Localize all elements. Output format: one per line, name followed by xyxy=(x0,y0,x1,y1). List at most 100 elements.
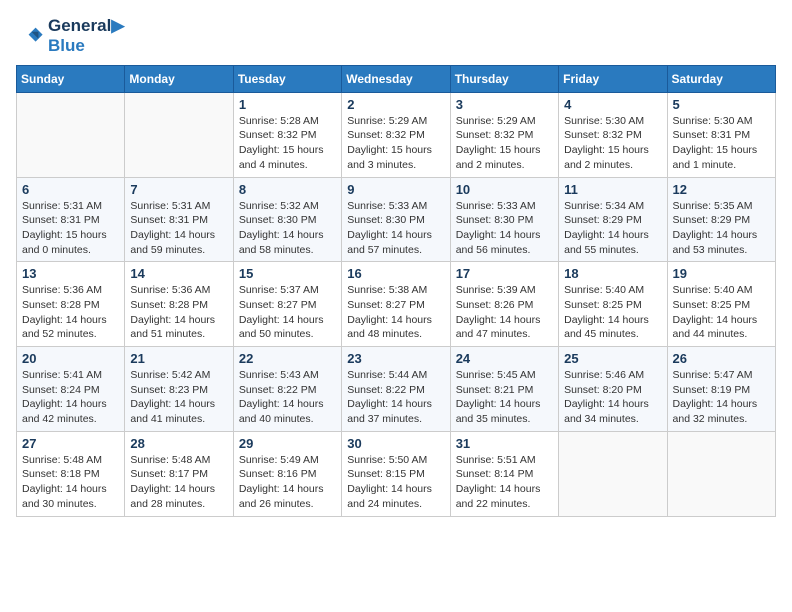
day-number: 20 xyxy=(22,351,119,366)
calendar-cell xyxy=(559,431,667,516)
calendar-cell: 5Sunrise: 5:30 AM Sunset: 8:31 PM Daylig… xyxy=(667,92,775,177)
day-number: 24 xyxy=(456,351,553,366)
day-number: 18 xyxy=(564,266,661,281)
logo-icon xyxy=(16,22,44,50)
calendar-cell: 16 Sunrise: 5:38 AM Sunset: 8:27 PM Dayli… xyxy=(342,262,450,347)
page-header: General▶ Blue xyxy=(16,16,776,57)
calendar-cell: 28 Sunrise: 5:48 AM Sunset: 8:17 PM Dayli… xyxy=(125,431,233,516)
day-info: Sunrise: 5:34 AM Sunset: 8:29 PM Dayligh… xyxy=(564,199,661,258)
day-number: 29 xyxy=(239,436,336,451)
calendar-cell: 1Sunrise: 5:28 AM Sunset: 8:32 PM Daylig… xyxy=(233,92,341,177)
day-number: 3 xyxy=(456,97,553,112)
calendar-cell: 23 Sunrise: 5:44 AM Sunset: 8:22 PM Dayli… xyxy=(342,347,450,432)
calendar-week-row: 27 Sunrise: 5:48 AM Sunset: 8:18 PM Dayli… xyxy=(17,431,776,516)
day-info: Sunrise: 5:38 AM Sunset: 8:27 PM Dayligh… xyxy=(347,283,444,342)
day-info: Sunrise: 5:36 AM Sunset: 8:28 PM Dayligh… xyxy=(130,283,227,342)
calendar-cell: 19 Sunrise: 5:40 AM Sunset: 8:25 PM Dayli… xyxy=(667,262,775,347)
calendar-week-row: 1Sunrise: 5:28 AM Sunset: 8:32 PM Daylig… xyxy=(17,92,776,177)
logo-text: General▶ Blue xyxy=(48,16,124,57)
calendar-cell: 21 Sunrise: 5:42 AM Sunset: 8:23 PM Dayli… xyxy=(125,347,233,432)
day-number: 15 xyxy=(239,266,336,281)
weekday-header: Thursday xyxy=(450,65,558,92)
day-number: 27 xyxy=(22,436,119,451)
day-info: Sunrise: 5:31 AM Sunset: 8:31 PM Dayligh… xyxy=(22,199,119,258)
day-number: 7 xyxy=(130,182,227,197)
day-info: Sunrise: 5:37 AM Sunset: 8:27 PM Dayligh… xyxy=(239,283,336,342)
day-number: 6 xyxy=(22,182,119,197)
day-info: Sunrise: 5:29 AM Sunset: 8:32 PM Dayligh… xyxy=(456,114,553,173)
day-number: 16 xyxy=(347,266,444,281)
day-number: 5 xyxy=(673,97,770,112)
calendar-cell: 8Sunrise: 5:32 AM Sunset: 8:30 PM Daylig… xyxy=(233,177,341,262)
day-number: 9 xyxy=(347,182,444,197)
calendar-cell: 6 Sunrise: 5:31 AM Sunset: 8:31 PM Daylig… xyxy=(17,177,125,262)
calendar-cell: 27 Sunrise: 5:48 AM Sunset: 8:18 PM Dayli… xyxy=(17,431,125,516)
calendar-cell: 14 Sunrise: 5:36 AM Sunset: 8:28 PM Dayli… xyxy=(125,262,233,347)
day-info: Sunrise: 5:46 AM Sunset: 8:20 PM Dayligh… xyxy=(564,368,661,427)
day-number: 4 xyxy=(564,97,661,112)
calendar-cell: 25 Sunrise: 5:46 AM Sunset: 8:20 PM Dayli… xyxy=(559,347,667,432)
calendar-cell: 22 Sunrise: 5:43 AM Sunset: 8:22 PM Dayli… xyxy=(233,347,341,432)
calendar-cell: 11 Sunrise: 5:34 AM Sunset: 8:29 PM Dayli… xyxy=(559,177,667,262)
calendar-cell: 31 Sunrise: 5:51 AM Sunset: 8:14 PM Dayli… xyxy=(450,431,558,516)
day-info: Sunrise: 5:33 AM Sunset: 8:30 PM Dayligh… xyxy=(347,199,444,258)
weekday-header: Friday xyxy=(559,65,667,92)
calendar-week-row: 20Sunrise: 5:41 AM Sunset: 8:24 PM Dayli… xyxy=(17,347,776,432)
day-number: 14 xyxy=(130,266,227,281)
calendar-cell: 4 Sunrise: 5:30 AM Sunset: 8:32 PM Daylig… xyxy=(559,92,667,177)
day-number: 30 xyxy=(347,436,444,451)
day-number: 13 xyxy=(22,266,119,281)
day-info: Sunrise: 5:51 AM Sunset: 8:14 PM Dayligh… xyxy=(456,453,553,512)
day-info: Sunrise: 5:42 AM Sunset: 8:23 PM Dayligh… xyxy=(130,368,227,427)
day-info: Sunrise: 5:30 AM Sunset: 8:32 PM Dayligh… xyxy=(564,114,661,173)
calendar-cell: 24Sunrise: 5:45 AM Sunset: 8:21 PM Dayli… xyxy=(450,347,558,432)
calendar-cell: 3 Sunrise: 5:29 AM Sunset: 8:32 PM Daylig… xyxy=(450,92,558,177)
calendar-table: SundayMondayTuesdayWednesdayThursdayFrid… xyxy=(16,65,776,517)
calendar-cell: 12Sunrise: 5:35 AM Sunset: 8:29 PM Dayli… xyxy=(667,177,775,262)
calendar-cell: 9 Sunrise: 5:33 AM Sunset: 8:30 PM Daylig… xyxy=(342,177,450,262)
weekday-header: Monday xyxy=(125,65,233,92)
calendar-cell: 2 Sunrise: 5:29 AM Sunset: 8:32 PM Daylig… xyxy=(342,92,450,177)
calendar-cell xyxy=(125,92,233,177)
day-info: Sunrise: 5:50 AM Sunset: 8:15 PM Dayligh… xyxy=(347,453,444,512)
day-number: 19 xyxy=(673,266,770,281)
day-info: Sunrise: 5:48 AM Sunset: 8:18 PM Dayligh… xyxy=(22,453,119,512)
logo: General▶ Blue xyxy=(16,16,124,57)
day-number: 28 xyxy=(130,436,227,451)
calendar-cell: 10Sunrise: 5:33 AM Sunset: 8:30 PM Dayli… xyxy=(450,177,558,262)
calendar-cell: 18 Sunrise: 5:40 AM Sunset: 8:25 PM Dayli… xyxy=(559,262,667,347)
calendar-cell: 29 Sunrise: 5:49 AM Sunset: 8:16 PM Dayli… xyxy=(233,431,341,516)
day-info: Sunrise: 5:48 AM Sunset: 8:17 PM Dayligh… xyxy=(130,453,227,512)
weekday-header: Sunday xyxy=(17,65,125,92)
day-info: Sunrise: 5:31 AM Sunset: 8:31 PM Dayligh… xyxy=(130,199,227,258)
day-number: 25 xyxy=(564,351,661,366)
day-number: 26 xyxy=(673,351,770,366)
day-number: 17 xyxy=(456,266,553,281)
calendar-cell xyxy=(667,431,775,516)
day-number: 21 xyxy=(130,351,227,366)
day-number: 23 xyxy=(347,351,444,366)
day-info: Sunrise: 5:47 AM Sunset: 8:19 PM Dayligh… xyxy=(673,368,770,427)
weekday-header: Saturday xyxy=(667,65,775,92)
day-number: 8 xyxy=(239,182,336,197)
day-number: 22 xyxy=(239,351,336,366)
day-info: Sunrise: 5:43 AM Sunset: 8:22 PM Dayligh… xyxy=(239,368,336,427)
day-number: 2 xyxy=(347,97,444,112)
day-info: Sunrise: 5:28 AM Sunset: 8:32 PM Dayligh… xyxy=(239,114,336,173)
calendar-cell: 30 Sunrise: 5:50 AM Sunset: 8:15 PM Dayli… xyxy=(342,431,450,516)
calendar-cell: 17 Sunrise: 5:39 AM Sunset: 8:26 PM Dayli… xyxy=(450,262,558,347)
day-info: Sunrise: 5:36 AM Sunset: 8:28 PM Dayligh… xyxy=(22,283,119,342)
day-info: Sunrise: 5:29 AM Sunset: 8:32 PM Dayligh… xyxy=(347,114,444,173)
day-info: Sunrise: 5:44 AM Sunset: 8:22 PM Dayligh… xyxy=(347,368,444,427)
day-info: Sunrise: 5:49 AM Sunset: 8:16 PM Dayligh… xyxy=(239,453,336,512)
day-info: Sunrise: 5:33 AM Sunset: 8:30 PM Dayligh… xyxy=(456,199,553,258)
calendar-header-row: SundayMondayTuesdayWednesdayThursdayFrid… xyxy=(17,65,776,92)
day-info: Sunrise: 5:40 AM Sunset: 8:25 PM Dayligh… xyxy=(673,283,770,342)
calendar-cell: 15 Sunrise: 5:37 AM Sunset: 8:27 PM Dayli… xyxy=(233,262,341,347)
day-info: Sunrise: 5:40 AM Sunset: 8:25 PM Dayligh… xyxy=(564,283,661,342)
day-number: 31 xyxy=(456,436,553,451)
day-info: Sunrise: 5:39 AM Sunset: 8:26 PM Dayligh… xyxy=(456,283,553,342)
day-number: 11 xyxy=(564,182,661,197)
weekday-header: Wednesday xyxy=(342,65,450,92)
calendar-cell: 7 Sunrise: 5:31 AM Sunset: 8:31 PM Daylig… xyxy=(125,177,233,262)
